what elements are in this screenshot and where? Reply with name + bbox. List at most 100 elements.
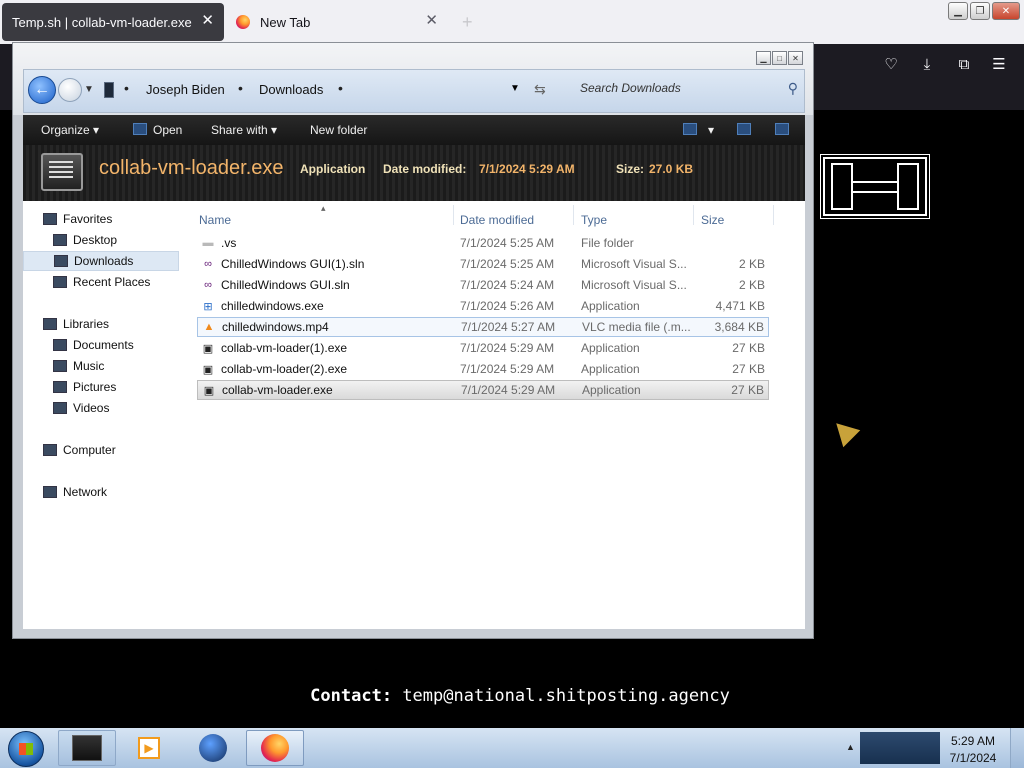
table-row[interactable]: ⊞ chilledwindows.exe 7/1/2024 5:26 AM Appli… — [197, 296, 769, 316]
table-row[interactable]: ▲ chilledwindows.mp4 7/1/2024 5:27 AM VLC m… — [197, 317, 769, 337]
clock-date[interactable]: 7/1/2024 — [940, 751, 1006, 765]
search-input[interactable]: Search Downloads ⚲ — [570, 76, 804, 102]
sidebar-item-videos[interactable]: Videos — [23, 398, 179, 418]
column-divider[interactable] — [773, 205, 774, 225]
taskbar-app-collabvm[interactable] — [58, 730, 116, 766]
sidebar-item-documents[interactable]: Documents — [23, 335, 179, 355]
taskbar-app-network[interactable] — [184, 730, 242, 766]
organize-button[interactable]: Organize ▾ — [41, 123, 99, 137]
close-icon[interactable]: ✕ — [425, 13, 438, 29]
pocket-icon[interactable]: ♡ — [882, 56, 900, 74]
new-folder-button[interactable]: New folder — [310, 123, 367, 137]
sidebar-item-desktop[interactable]: Desktop — [23, 230, 179, 250]
preview-pane-icon[interactable] — [737, 123, 751, 135]
tray-expand-icon[interactable]: ▲ — [846, 742, 855, 752]
file-name: chilledwindows.mp4 — [222, 320, 329, 334]
chevron-down-icon[interactable]: ▾ — [708, 123, 714, 137]
close-window-button[interactable]: ✕ — [992, 2, 1020, 20]
file-size: 2 KB — [738, 278, 765, 292]
browser-tab-tempsh[interactable]: Temp.sh | collab-vm-loader.exe ✕ — [2, 3, 224, 41]
table-row[interactable]: ▣ collab-vm-loader(1).exe 7/1/2024 5:29 AM… — [197, 338, 769, 358]
sidebar-item-libraries[interactable]: Libraries — [23, 314, 179, 334]
column-header-size[interactable]: Size — [701, 213, 724, 227]
new-tab-button[interactable]: + — [462, 12, 473, 33]
breadcrumb-separator-icon[interactable]: • — [238, 80, 243, 96]
open-button[interactable]: Open — [153, 123, 182, 137]
search-icon[interactable]: ⚲ — [788, 80, 798, 97]
close-button[interactable]: ✕ — [788, 51, 803, 65]
file-name: ChilledWindows GUI(1).sln — [221, 257, 365, 271]
minimize-button[interactable]: ▁ — [948, 2, 968, 20]
contact-email[interactable]: temp@national.shitposting.agency — [402, 686, 730, 706]
sidebar-item-label: Documents — [73, 338, 134, 352]
file-type: Microsoft Visual S... — [581, 278, 687, 292]
start-button[interactable] — [8, 731, 44, 767]
sidebar-item-favorites[interactable]: Favorites — [23, 209, 179, 229]
downloads-icon[interactable]: ⤓ — [918, 56, 936, 74]
show-desktop-button[interactable] — [1010, 728, 1024, 768]
column-header-date[interactable]: Date modified — [460, 213, 534, 227]
search-placeholder: Search Downloads — [580, 81, 681, 95]
column-header-name[interactable]: Name — [199, 213, 231, 227]
change-view-icon[interactable] — [683, 123, 697, 135]
table-row[interactable]: ∞ ChilledWindows GUI.sln 7/1/2024 5:24 AM M… — [197, 275, 769, 295]
file-list: Name ▴ Date modified Type Size ▬ .vs 7/1/2… — [195, 201, 805, 629]
chevron-down-icon[interactable]: ▼ — [510, 83, 520, 94]
close-icon[interactable]: ✕ — [201, 13, 214, 29]
minimize-button[interactable]: ▁ — [756, 51, 771, 65]
clock-time[interactable]: 5:29 AM — [940, 734, 1006, 748]
computer-icon — [104, 82, 114, 98]
tab-title: Temp.sh | collab-vm-loader.exe — [12, 14, 192, 30]
taskbar: ▶ ▲ 5:29 AM 7/1/2024 — [0, 728, 1024, 768]
breadcrumb-separator-icon[interactable]: • — [338, 80, 343, 96]
breadcrumb-user[interactable]: Joseph Biden — [146, 82, 225, 97]
share-with-button[interactable]: Share with ▾ — [211, 123, 277, 137]
sidebar-item-label: Libraries — [63, 317, 110, 331]
column-divider[interactable] — [453, 205, 454, 225]
sidebar-item-network[interactable]: Network — [23, 482, 179, 502]
downloads-folder-icon — [54, 255, 68, 267]
videos-icon — [53, 402, 67, 414]
table-row[interactable]: ∞ ChilledWindows GUI(1).sln 7/1/2024 5:25 … — [197, 254, 769, 274]
sidebar-item-music[interactable]: Music — [23, 356, 179, 376]
libraries-icon — [43, 318, 57, 330]
maximize-button[interactable]: □ — [772, 51, 787, 65]
forward-button[interactable] — [58, 78, 82, 102]
taskbar-app-media-player[interactable]: ▶ — [120, 730, 178, 766]
sidebar-item-pictures[interactable]: Pictures — [23, 377, 179, 397]
sidebar-item-downloads[interactable]: Downloads — [23, 251, 179, 271]
extensions-icon[interactable]: ⧉ — [955, 56, 973, 74]
column-divider[interactable] — [573, 205, 574, 225]
table-row[interactable]: ▬ .vs 7/1/2024 5:25 AM File folder — [197, 233, 769, 253]
file-name: collab-vm-loader(1).exe — [221, 341, 348, 355]
sidebar-item-recent-places[interactable]: Recent Places — [23, 272, 179, 292]
file-type: Application — [581, 299, 640, 313]
file-size: 3,684 KB — [714, 320, 764, 334]
help-icon[interactable] — [775, 123, 789, 135]
notification-area-icons[interactable] — [860, 732, 940, 764]
column-header-type[interactable]: Type — [581, 213, 607, 227]
globe-icon — [199, 734, 227, 762]
browser-tab-new[interactable]: New Tab ✕ — [226, 3, 448, 41]
breadcrumb-separator-icon[interactable]: • — [124, 80, 129, 96]
refresh-icon[interactable]: ⇆ — [534, 81, 546, 98]
file-name: collab-vm-loader(2).exe — [221, 362, 348, 376]
file-name: chilledwindows.exe — [221, 299, 324, 313]
back-button[interactable]: ← — [28, 76, 56, 104]
table-row[interactable]: ▣ collab-vm-loader(2).exe 7/1/2024 5:29 AM… — [197, 359, 769, 379]
file-size: 27 KB — [732, 362, 765, 376]
taskbar-app-firefox[interactable] — [246, 730, 304, 766]
address-bar: ← ▼ • Joseph Biden • Downloads • ▼ ⇆ Sea… — [23, 69, 805, 113]
chevron-down-icon[interactable]: ▼ — [84, 84, 94, 95]
media-player-icon: ▶ — [138, 737, 160, 759]
computer-icon — [43, 444, 57, 456]
sidebar-item-computer[interactable]: Computer — [23, 440, 179, 460]
details-size-label: Size: — [616, 162, 645, 176]
file-size: 27 KB — [731, 383, 764, 397]
table-row[interactable]: ▣ collab-vm-loader.exe 7/1/2024 5:29 AM App… — [197, 380, 769, 400]
menu-icon[interactable]: ☰ — [990, 56, 1008, 74]
restore-button[interactable]: ❐ — [970, 2, 990, 20]
details-pane: collab-vm-loader.exe Application Date mo… — [23, 145, 805, 201]
breadcrumb-downloads[interactable]: Downloads — [259, 82, 323, 97]
column-divider[interactable] — [693, 205, 694, 225]
